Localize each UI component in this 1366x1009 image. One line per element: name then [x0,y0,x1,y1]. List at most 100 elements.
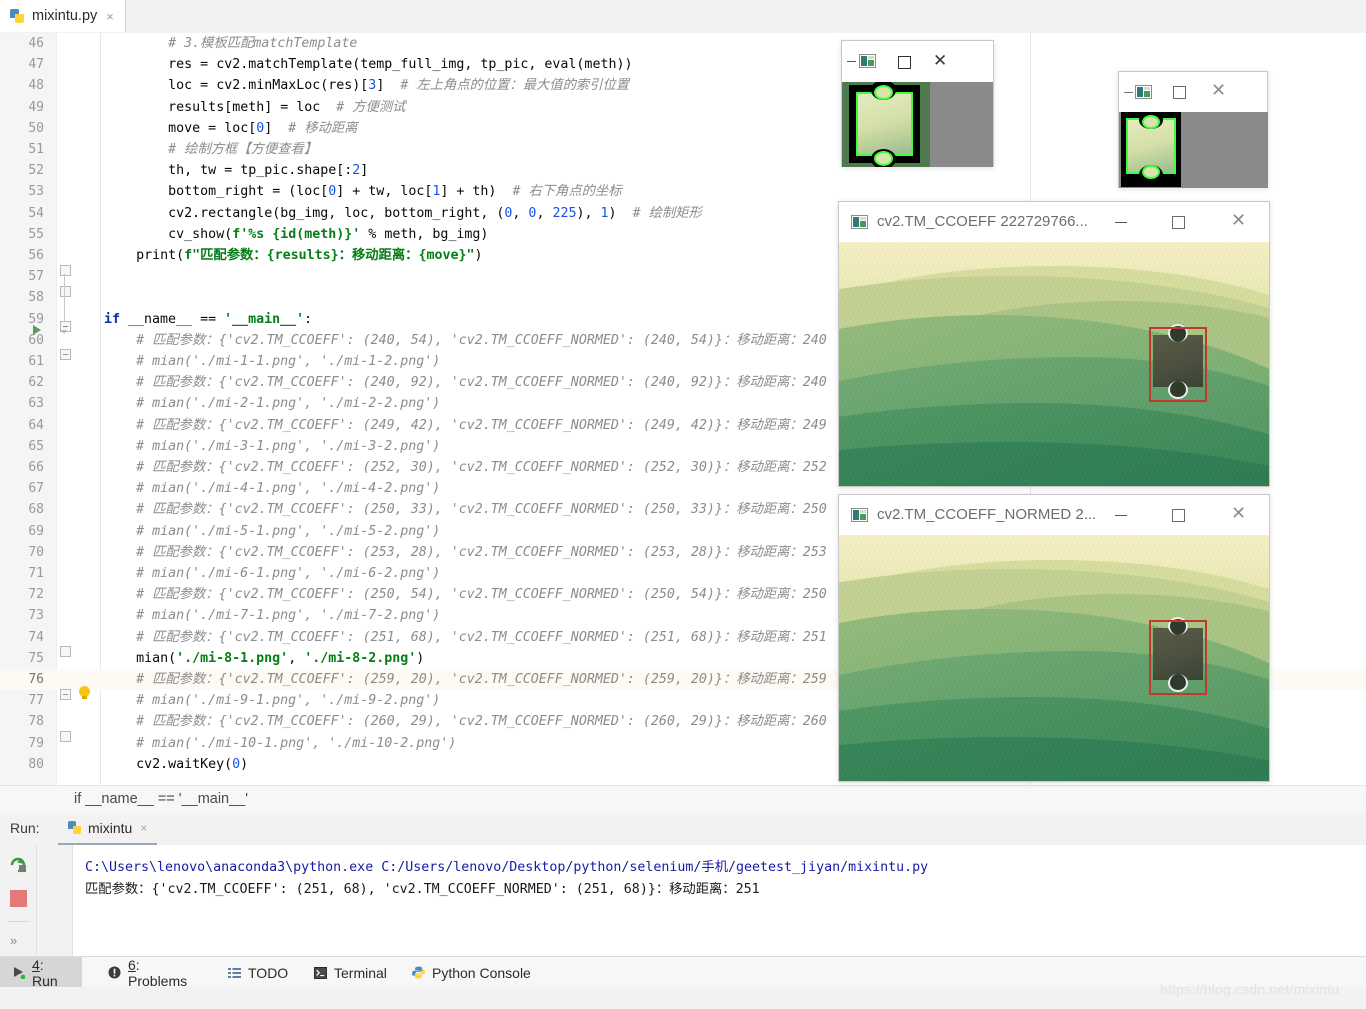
code-token: # 匹配参数：{'cv2.TM_CCOEFF': (253, 28), 'cv2… [136,544,827,560]
line-content: # 匹配参数：{'cv2.TM_CCOEFF': (251, 68), 'cv2… [136,627,827,648]
line-number: 53 [28,184,44,200]
tab-bar-background [0,0,1366,34]
code-token: , [512,205,529,221]
code-token: # mian('./mi-7-1.png', './mi-7-2.png') [136,608,441,624]
code-token: results[meth] = loc [168,99,337,115]
editor-tab-mixintu[interactable]: mixintu.py × [0,0,126,32]
line-number: 48 [28,78,44,94]
fold-handle-60[interactable] [60,349,71,361]
code-token: % meth, bg_img) [360,226,489,242]
line-number: 79 [28,735,44,751]
line-content: cv2.rectangle(bg_img, loc, bottom_right,… [168,203,702,224]
template-window-1[interactable]: ✕ [841,40,994,167]
line-content: # 匹配参数：{'cv2.TM_CCOEFF': (249, 42), 'cv2… [136,415,827,436]
status-bar-item-todo[interactable]: TODO [216,957,298,988]
console-command-line: C:\Users\lenovo\anaconda3\python.exe C:/… [85,860,929,875]
line-content: if __name__ == '__main__': [104,309,312,330]
code-token: # 匹配参数：{'cv2.TM_CCOEFF': (251, 68), 'cv2… [136,629,827,645]
run-panel-header: Run: mixintu × [0,813,1366,846]
line-number: 57 [28,269,44,285]
intention-bulb-icon[interactable] [79,686,90,699]
line-number: 47 [28,57,44,73]
breadcrumb-label: if __name__ == '__main__' [74,791,249,807]
status-bar-item-label: 6: Problems [128,956,188,989]
code-token: # 匹配参数：{'cv2.TM_CCOEFF': (252, 30), 'cv2… [136,460,827,475]
code-token: mian( [136,650,177,666]
title-bar[interactable]: ✕ [842,41,993,82]
code-token: __name__ == [120,311,225,327]
code-token: ) [240,756,249,772]
close-icon[interactable]: × [140,821,147,835]
maximize-icon[interactable] [1172,509,1185,522]
fold-handle-59[interactable] [60,321,71,334]
code-token: 225 [552,205,577,221]
minimize-icon[interactable] [847,61,856,62]
window-title: cv2.TM_CCOEFF 222729766... [877,213,1088,230]
code-token: './mi-8-2.png' [304,650,417,666]
match-rectangle [1149,620,1207,695]
stop-icon[interactable] [10,890,27,907]
status-bar-item-label: Python Console [432,964,531,981]
run-tab-label: mixintu [88,820,133,836]
fold-handle-79[interactable] [60,731,71,743]
console-output-line: 匹配参数：{'cv2.TM_CCOEFF': (251, 68), 'cv2.T… [85,882,760,897]
fold-handle-74[interactable] [60,646,71,658]
line-content: # mian('./mi-5-1.png', './mi-5-2.png') [136,521,440,542]
minimize-icon[interactable] [1115,515,1127,516]
line-number: 46 [28,36,44,51]
line-content: # 匹配参数：{'cv2.TM_CCOEFF': (252, 30), 'cv2… [136,457,827,478]
line-content: # 匹配参数：{'cv2.TM_CCOEFF': (253, 28), 'cv2… [136,542,827,563]
line-number: 54 [28,205,44,221]
run-gutter-icon[interactable] [33,325,41,335]
close-icon[interactable]: ✕ [933,53,947,70]
console-output[interactable]: C:\Users\lenovo\anaconda3\python.exe C:/… [73,845,1366,956]
title-bar[interactable]: ✕ [1119,72,1267,112]
status-bar-item-terminal[interactable]: Terminal [302,957,402,988]
todo-list-icon [228,967,241,979]
match-result-image-ccoeff-normed [839,535,1269,781]
code-token: ), [576,205,601,221]
status-bar-item-python-console[interactable]: Python Console [400,957,550,988]
python-icon [68,821,82,835]
line-content: # 匹配参数：{'cv2.TM_CCOEFF': (250, 33), 'cv2… [136,499,827,520]
close-icon[interactable]: ✕ [1231,212,1246,230]
line-number: 80 [28,756,44,772]
close-icon[interactable]: ✕ [1211,82,1226,100]
code-token: move = loc[ [168,120,257,136]
code-line: 46 # 3.模板匹配matchTemplate [0,33,1366,54]
rerun-icon[interactable] [9,856,28,874]
run-tool-window: Run: mixintu × » ↑ ↓ » [0,813,1366,956]
code-token: 1 [600,205,609,221]
minimize-icon[interactable] [1124,92,1133,93]
maximize-icon[interactable] [1172,216,1185,229]
minimize-icon[interactable] [1115,222,1127,223]
code-token: # 匹配参数：{'cv2.TM_CCOEFF': (240, 54), 'cv2… [136,332,827,348]
breadcrumb[interactable]: if __name__ == '__main__' [0,785,1366,815]
code-token: th, tw = tp_pic.shape[: [168,163,353,179]
status-bar-item-6-problems[interactable]: 6: Problems [96,956,214,989]
maximize-icon[interactable] [898,56,911,69]
result-window-ccoeff[interactable]: cv2.TM_CCOEFF 222729766... ✕ [838,201,1270,487]
line-content: res = cv2.matchTemplate(temp_full_img, t… [168,54,632,75]
line-content: # mian('./mi-4-1.png', './mi-4-2.png') [136,478,440,499]
title-bar[interactable]: cv2.TM_CCOEFF_NORMED 2... ✕ [839,495,1269,536]
close-icon[interactable]: × [106,10,114,23]
template-window-2[interactable]: ✕ [1118,71,1268,188]
line-content: # 匹配参数：{'cv2.TM_CCOEFF': (259, 20), 'cv2… [136,669,827,690]
status-bar-item-label: TODO [248,964,289,981]
more-options-icon[interactable]: » [10,933,17,948]
line-number: 67 [28,481,44,497]
line-number: 55 [28,226,44,242]
code-token: cv2.waitKey( [136,756,233,772]
line-number: 70 [28,544,44,560]
line-content: # 匹配参数：{'cv2.TM_CCOEFF': (260, 29), 'cv2… [136,711,827,732]
status-bar-item-4-run[interactable]: 4: Run [0,957,82,989]
line-number: 65 [28,438,44,454]
close-icon[interactable]: ✕ [1231,505,1246,523]
result-window-ccoeff-normed[interactable]: cv2.TM_CCOEFF_NORMED 2... ✕ [838,494,1270,782]
run-configuration-tab[interactable]: mixintu × [58,813,158,845]
code-token: # 匹配参数：{'cv2.TM_CCOEFF': (259, 20), 'cv2… [136,672,827,687]
fold-handle-76[interactable] [60,689,71,701]
title-bar[interactable]: cv2.TM_CCOEFF 222729766... ✕ [839,202,1269,243]
maximize-icon[interactable] [1173,86,1186,99]
